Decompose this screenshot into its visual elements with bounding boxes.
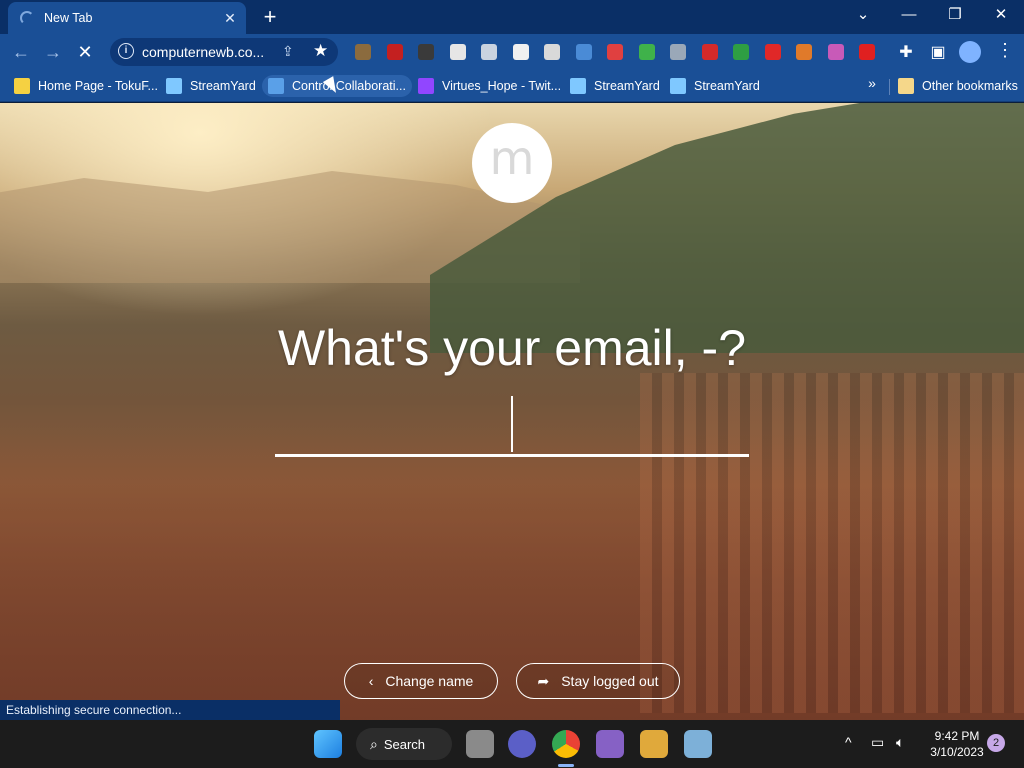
visual-studio-icon[interactable] <box>596 730 624 758</box>
ext-red-icon[interactable] <box>386 44 403 60</box>
active-app-indicator <box>558 764 574 767</box>
status-bar: Establishing secure connection... <box>0 700 340 720</box>
ext-k-icon[interactable] <box>355 44 371 60</box>
forward-arrow-icon[interactable]: → <box>40 39 66 65</box>
teams-chat-icon[interactable] <box>508 730 536 758</box>
bookmark-label: Virtues_Hope - Twit... <box>442 79 562 93</box>
show-hidden-icons-icon[interactable]: ^ <box>845 734 852 750</box>
bookmark-label: StreamYard <box>594 79 660 93</box>
search-icon: ⌕ <box>370 735 378 752</box>
game-app-icon[interactable] <box>640 730 668 758</box>
system-clock[interactable]: 9:42 PM 3/10/2023 <box>920 728 994 760</box>
new-tab-button[interactable]: + <box>258 4 282 30</box>
ext-youtube-icon[interactable] <box>859 44 875 60</box>
bookmark-favicon-icon <box>570 78 586 94</box>
bookmark-favicon-icon <box>670 78 686 94</box>
browser-tab[interactable]: New Tab ✕ <box>8 2 246 34</box>
logo: m <box>472 123 552 203</box>
taskbar-search[interactable]: ⌕ Search <box>356 728 452 760</box>
ext-dark-icon[interactable] <box>418 44 434 60</box>
other-bookmarks-label: Other bookmarks <box>922 79 1018 93</box>
windows-start-icon[interactable] <box>314 730 342 758</box>
close-window-button[interactable]: ✕ <box>978 0 1024 30</box>
ext-arrows-icon[interactable] <box>607 44 623 60</box>
bookmark-item[interactable]: StreamYard <box>160 75 262 97</box>
ext-badge-icon[interactable] <box>796 44 812 60</box>
tab-strip: New Tab ✕ + ⌄ — ❐ ✕ <box>0 0 1024 34</box>
other-bookmarks-folder[interactable]: Other bookmarks <box>892 75 1024 97</box>
change-name-label: Change name <box>385 673 474 689</box>
ext-green-icon[interactable] <box>638 44 655 60</box>
taskbar: ⌕ Search ^ ▭ 🔈︎ 9:42 PM 3/10/2023 2 <box>0 720 1024 768</box>
logo-letter: m <box>489 131 535 185</box>
restore-button[interactable]: ❐ <box>932 0 978 30</box>
ext-tool-icon[interactable] <box>670 44 686 60</box>
stop-loading-icon[interactable]: ✕ <box>72 39 98 65</box>
stay-logged-out-label: Stay logged out <box>561 673 659 689</box>
text-caret <box>511 396 513 452</box>
side-panel-icon[interactable]: ▣ <box>928 42 948 62</box>
profile-avatar[interactable] <box>959 41 981 63</box>
ext-blue-icon[interactable] <box>575 44 592 60</box>
taskbar-search-label: Search <box>383 736 426 752</box>
change-name-button[interactable]: ‹ Change name <box>344 663 498 699</box>
bookmark-item[interactable]: Virtues_Hope - Twit... <box>412 75 567 97</box>
ext-crl-icon[interactable] <box>512 44 529 60</box>
bookmarks-overflow-icon[interactable]: » <box>864 75 880 91</box>
bookmarks-bar: Home Page - TokuF... StreamYard Control … <box>0 70 1024 102</box>
volume-icon[interactable]: 🔈︎ <box>896 734 904 751</box>
bookmark-item[interactable]: StreamYard <box>664 75 766 97</box>
ext-grid-icon[interactable] <box>827 44 844 60</box>
stay-logged-out-button[interactable]: ➦ Stay logged out <box>516 663 680 699</box>
tab-close-icon[interactable]: ✕ <box>220 10 240 27</box>
bookmark-favicon-icon <box>166 78 182 94</box>
page-content: m What's your email, -? ‹ Change name ➦ … <box>0 103 1024 720</box>
site-info-icon[interactable]: i <box>118 43 134 59</box>
share-icon[interactable]: ⇪ <box>282 43 294 60</box>
clock-date: 3/10/2023 <box>930 745 984 759</box>
chrome-menu-icon[interactable]: ⋮ <box>996 40 1014 61</box>
ext-redsq-icon[interactable] <box>764 44 781 60</box>
clock-time: 9:42 PM <box>934 729 980 743</box>
tab-title: New Tab <box>44 11 93 25</box>
ext-redbox-icon[interactable] <box>701 44 718 60</box>
bookmark-label: Control Collaborati... <box>292 79 406 93</box>
folder-icon <box>898 78 914 94</box>
monitor-app-icon[interactable] <box>684 730 712 758</box>
ext-dollar-icon[interactable] <box>733 44 749 60</box>
ext-id-icon[interactable] <box>481 44 497 60</box>
minimize-button[interactable]: — <box>886 0 932 30</box>
address-url[interactable]: computernewb.co... <box>142 44 264 60</box>
notification-badge[interactable]: 2 <box>987 734 1005 752</box>
bookmark-item[interactable]: Home Page - TokuF... <box>8 75 164 97</box>
ext-white-icon[interactable] <box>449 44 466 60</box>
back-arrow-icon[interactable]: ← <box>8 39 34 65</box>
chrome-icon[interactable] <box>552 730 580 758</box>
email-prompt-heading: What's your email, -? <box>277 320 747 376</box>
bookmark-label: Home Page - TokuF... <box>38 79 158 93</box>
bookmark-star-icon[interactable]: ★ <box>313 41 328 61</box>
chevron-left-icon: ‹ <box>368 673 374 689</box>
task-view-icon[interactable] <box>466 730 494 758</box>
bookmark-favicon-icon <box>418 78 434 94</box>
bookmark-favicon-icon <box>14 78 30 94</box>
bookmark-label: StreamYard <box>190 79 256 93</box>
ext-shield-icon[interactable] <box>544 44 560 60</box>
network-icon[interactable]: ▭ <box>871 734 884 751</box>
bookmark-item[interactable]: StreamYard <box>564 75 666 97</box>
extensions-puzzle-icon[interactable]: ✚ <box>896 42 916 62</box>
address-bar[interactable]: i computernewb.co... ⇪ ★ <box>110 38 338 66</box>
bookmark-label: StreamYard <box>694 79 760 93</box>
bookmarks-divider <box>889 79 890 95</box>
loading-spinner-icon <box>20 11 34 25</box>
share-arrow-icon: ➦ <box>537 672 550 689</box>
browser-toolbar: ← → ✕ i computernewb.co... ⇪ ★ ✚ ▣ ⋮ <box>0 34 1024 70</box>
tab-search-icon[interactable]: ⌄ <box>840 0 886 30</box>
bookmark-favicon-icon <box>268 78 284 94</box>
